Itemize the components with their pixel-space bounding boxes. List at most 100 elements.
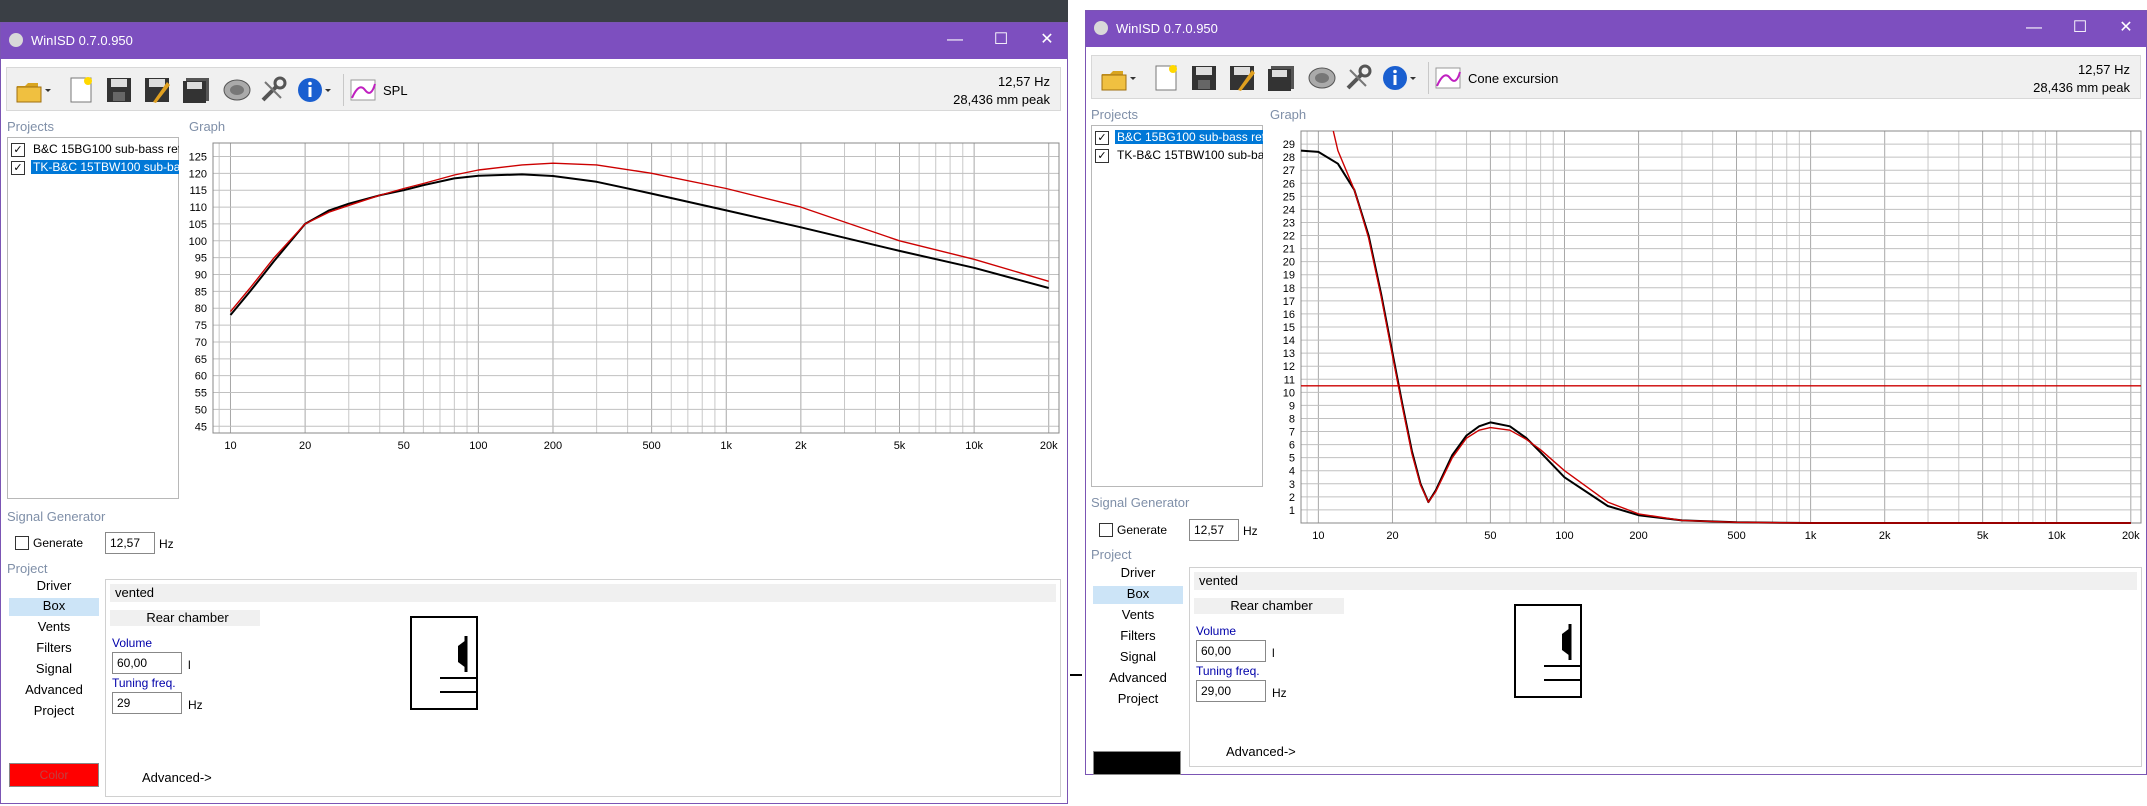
y-tick-label: 65 [195, 354, 207, 366]
generate-label: Generate [33, 536, 84, 550]
color-swatch[interactable] [1093, 751, 1181, 775]
y-tick-label: 8 [1289, 413, 1295, 425]
info-icon[interactable] [1382, 64, 1416, 92]
winisd-window-spl: WinISD 0.7.0.950 — ☐ ✕ SPL 12,57 Hz 28,4… [0, 22, 1068, 804]
minimize-button[interactable]: — [2022, 17, 2046, 39]
cone-excursion-graph[interactable]: 1 2 3 4 5 6 7 8 9 10 11 12 13 14 15 16 17 18 19 20 21 22 23 24 2… [1263, 125, 2145, 545]
x-tick-label: 200 [1629, 530, 1647, 542]
list-item[interactable]: ✓ B&C 15BG100 sub-bass refl [1095, 130, 1263, 146]
project-list[interactable]: ✓ B&C 15BG100 sub-bass refl ✓ TK-B&C 15T… [1091, 125, 1263, 487]
rear-chamber-tab[interactable]: Rear chamber [110, 610, 260, 626]
nav-vents[interactable]: Vents [9, 619, 99, 637]
graph-icon[interactable] [349, 76, 377, 104]
projects-section-label: Projects [7, 119, 54, 134]
nav-driver[interactable]: Driver [9, 578, 99, 596]
new-project-icon[interactable] [1152, 64, 1180, 92]
y-tick-label: 24 [1283, 204, 1295, 216]
desktop-dash [1070, 674, 1082, 676]
volume-input[interactable] [112, 652, 182, 674]
nav-project[interactable]: Project [9, 703, 99, 721]
close-button[interactable]: ✕ [2114, 17, 2138, 39]
tuning-freq-unit: Hz [1272, 686, 1287, 700]
y-tick-label: 60 [195, 371, 207, 383]
save-all-icon[interactable] [181, 76, 209, 104]
nav-filters[interactable]: Filters [1093, 628, 1183, 646]
nav-advanced[interactable]: Advanced [9, 682, 99, 700]
nav-advanced[interactable]: Advanced [1093, 670, 1183, 688]
rear-chamber-tab[interactable]: Rear chamber [1194, 598, 1344, 614]
series-line-1 [229, 173, 1049, 316]
spl-graph[interactable]: 45 50 55 60 65 70 75 80 85 90 95 100 105 110 115 120 125… [179, 137, 1063, 459]
box-panel: vented Rear chamber Volume l Tuning freq… [1189, 567, 2142, 767]
save-icon[interactable] [1190, 64, 1218, 92]
minimize-button[interactable]: — [943, 29, 967, 51]
generate-checkbox[interactable] [15, 536, 29, 550]
excursion-readout: 28,436 mm peak [953, 92, 1050, 107]
nav-signal[interactable]: Signal [9, 661, 99, 679]
folder-open-icon[interactable] [1100, 64, 1136, 92]
advanced-link[interactable]: Advanced-> [142, 770, 212, 785]
nav-signal[interactable]: Signal [1093, 649, 1183, 667]
folder-open-icon[interactable] [15, 76, 51, 104]
y-tick-label: 14 [1283, 335, 1295, 347]
color-swatch[interactable]: Color [9, 763, 99, 787]
title-bar[interactable]: WinISD 0.7.0.950 — ☐ ✕ [1, 23, 1067, 59]
save-as-icon[interactable] [143, 76, 171, 104]
tuning-freq-input[interactable] [1196, 680, 1266, 702]
close-button[interactable]: ✕ [1035, 29, 1059, 51]
tools-icon[interactable] [259, 76, 287, 104]
nav-project[interactable]: Project [1093, 691, 1183, 709]
advanced-link[interactable]: Advanced-> [1226, 744, 1296, 759]
save-icon[interactable] [105, 76, 133, 104]
project-section-label: Project [1091, 547, 1132, 562]
nav-filters[interactable]: Filters [9, 640, 99, 658]
generate-unit: Hz [159, 537, 174, 551]
driver-icon[interactable] [1307, 64, 1336, 92]
y-tick-label: 26 [1283, 178, 1295, 190]
title-bar[interactable]: WinISD 0.7.0.950 — ☐ ✕ [1086, 11, 2146, 47]
volume-label: Volume [1196, 624, 1237, 638]
info-icon[interactable] [297, 76, 331, 104]
y-tick-label: 12 [1283, 361, 1295, 373]
nav-vents[interactable]: Vents [1093, 607, 1183, 625]
volume-input[interactable] [1196, 640, 1266, 662]
project-checkbox[interactable]: ✓ [1095, 131, 1109, 145]
generate-frequency-input[interactable] [1189, 519, 1239, 541]
generate-checkbox[interactable] [1099, 523, 1113, 537]
x-tick-label: 1k [720, 440, 732, 452]
project-list[interactable]: ✓ B&C 15BG100 sub-bass refl ✓ TK-B&C 15T… [7, 137, 179, 499]
maximize-button[interactable]: ☐ [989, 29, 1013, 51]
list-item[interactable]: ✓ B&C 15BG100 sub-bass refl [11, 142, 179, 158]
x-tick-label: 10k [2048, 530, 2066, 542]
maximize-button[interactable]: ☐ [2068, 17, 2092, 39]
generate-label: Generate [1117, 523, 1168, 537]
nav-box[interactable]: Box [9, 598, 99, 616]
x-tick-label: 20k [2122, 530, 2140, 542]
tools-icon[interactable] [1344, 64, 1372, 92]
nav-box[interactable]: Box [1093, 586, 1183, 604]
y-tick-label: 80 [195, 303, 207, 315]
x-tick-label: 2k [795, 440, 807, 452]
project-checkbox[interactable]: ✓ [1095, 149, 1109, 163]
y-tick-label: 21 [1283, 244, 1295, 256]
list-item[interactable]: ✓ TK-B&C 15TBW100 sub-bas [1095, 148, 1263, 164]
y-tick-label: 20 [1283, 257, 1295, 269]
list-item[interactable]: ✓ TK-B&C 15TBW100 sub-bas [11, 160, 179, 176]
tuning-freq-input[interactable] [112, 692, 182, 714]
driver-icon[interactable] [222, 76, 251, 104]
y-tick-label: 4 [1289, 466, 1295, 478]
toolbar-separator [1428, 62, 1429, 94]
generate-frequency-input[interactable] [105, 532, 155, 554]
project-checkbox[interactable]: ✓ [11, 143, 25, 157]
new-project-icon[interactable] [67, 76, 95, 104]
y-tick-label: 16 [1283, 309, 1295, 321]
graph-icon[interactable] [1434, 64, 1462, 92]
graph-type-label: SPL [383, 83, 408, 98]
project-name: B&C 15BG100 sub-bass refl [1115, 130, 1263, 144]
x-tick-label: 200 [544, 440, 562, 452]
nav-driver[interactable]: Driver [1093, 565, 1183, 583]
x-tick-label: 100 [469, 440, 487, 452]
project-checkbox[interactable]: ✓ [11, 161, 25, 175]
save-all-icon[interactable] [1266, 64, 1294, 92]
save-as-icon[interactable] [1228, 64, 1256, 92]
